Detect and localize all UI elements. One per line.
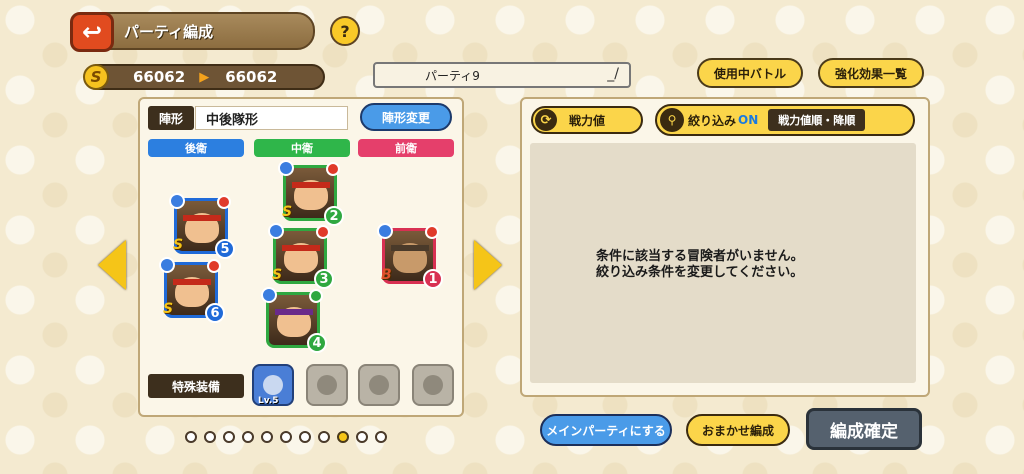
- formation-label: 陣形: [148, 106, 194, 130]
- element-fire-icon: [326, 162, 340, 176]
- filter-button[interactable]: ⚲ 絞り込み ON 戦力値順・降順: [655, 104, 915, 136]
- goggles: [391, 245, 429, 251]
- edit-pencil-icon: _/: [607, 66, 619, 82]
- position-number: 2: [324, 206, 344, 226]
- page-dot[interactable]: [318, 431, 330, 443]
- page-dot[interactable]: [375, 431, 387, 443]
- prev-party-arrow-icon[interactable]: [98, 240, 126, 290]
- back-button[interactable]: ↩: [70, 12, 114, 52]
- unit-slot-4[interactable]: 4: [261, 287, 327, 353]
- filter-state: ON: [738, 113, 759, 127]
- headband: [275, 309, 313, 315]
- rank-badge: S: [163, 301, 174, 317]
- party-name-field[interactable]: パーティ9 _/: [373, 62, 631, 88]
- position-number: 3: [314, 269, 334, 289]
- page-dot[interactable]: [280, 431, 292, 443]
- element-fire-icon: [316, 225, 330, 239]
- page-dot[interactable]: [356, 431, 368, 443]
- equipment-slot-4[interactable]: [412, 364, 454, 406]
- swap-icon: ⟳: [535, 109, 557, 131]
- empty-message: 条件に該当する冒険者がいません。 絞り込み条件を変更してください。: [596, 249, 804, 280]
- formation-value: 中後隊形: [195, 106, 348, 130]
- element-fire-icon: [425, 225, 439, 239]
- class-icon: [377, 223, 393, 239]
- headband: [282, 245, 320, 251]
- class-icon: [268, 223, 284, 239]
- gold-coin-icon: S: [83, 64, 109, 90]
- page-dot[interactable]: [185, 431, 197, 443]
- position-number: 5: [215, 239, 235, 259]
- rank-badge: S: [173, 237, 184, 253]
- row-tag-middle: 中衛: [254, 139, 350, 157]
- class-icon: [278, 160, 294, 176]
- page-indicator: [185, 431, 387, 443]
- page-dot-active[interactable]: [337, 431, 349, 443]
- page-dot[interactable]: [204, 431, 216, 443]
- sort-order: 戦力値順・降順: [768, 109, 866, 131]
- arrow-right-icon: ▶: [199, 69, 210, 85]
- party-name-text: パーティ9: [425, 68, 480, 83]
- page-dot[interactable]: [299, 431, 311, 443]
- rank-badge: S: [272, 267, 283, 283]
- screen-title: パーティ編成: [100, 12, 315, 50]
- magnifier-icon: ⚲: [660, 108, 684, 132]
- auto-form-button[interactable]: おまかせ編成: [686, 414, 790, 446]
- page-dot[interactable]: [242, 431, 254, 443]
- gold-bar: S 66062 ▶ 66062: [83, 64, 325, 90]
- page-dot[interactable]: [223, 431, 235, 443]
- equipment-slot-1[interactable]: Lv.5: [252, 364, 294, 406]
- screen-title-text: パーティ編成: [124, 22, 214, 41]
- unit-slot-6[interactable]: S 6: [159, 257, 225, 323]
- change-formation-button[interactable]: 陣形変更: [360, 103, 452, 131]
- next-party-arrow-icon[interactable]: [474, 240, 502, 290]
- headband: [173, 279, 211, 285]
- rank-badge: S: [282, 204, 293, 220]
- unit-slot-1[interactable]: B 1: [377, 223, 443, 289]
- unit-slot-3[interactable]: S 3: [268, 223, 334, 289]
- equipment-slot-3[interactable]: [358, 364, 400, 406]
- battle-in-use-button[interactable]: 使用中バトル: [697, 58, 803, 88]
- page-dot[interactable]: [261, 431, 273, 443]
- help-icon: ?: [340, 21, 350, 41]
- special-equipment-label: 特殊装備: [148, 374, 244, 398]
- rank-badge: B: [381, 267, 392, 283]
- sort-button[interactable]: ⟳ 戦力値: [531, 106, 643, 134]
- unit-slot-2[interactable]: S 2: [278, 160, 344, 226]
- element-fire-icon: [217, 195, 231, 209]
- element-fire-icon: [207, 259, 221, 273]
- unit-slot-5[interactable]: S 5: [169, 193, 235, 259]
- equipment-level: Lv.5: [258, 396, 279, 406]
- row-tag-back: 後衛: [148, 139, 244, 157]
- headband: [292, 182, 330, 188]
- equipment-slot-2[interactable]: [306, 364, 348, 406]
- boost-list-button[interactable]: 強化効果一覧: [818, 58, 924, 88]
- help-button[interactable]: ?: [330, 16, 360, 46]
- class-icon: [169, 193, 185, 209]
- gold-after: 66062: [225, 68, 278, 86]
- position-number: 4: [307, 333, 327, 353]
- element-wind-icon: [309, 289, 323, 303]
- headband: [183, 215, 221, 221]
- confirm-formation-button[interactable]: 編成確定: [806, 408, 922, 450]
- row-tag-front: 前衛: [358, 139, 454, 157]
- gold-current: 66062: [133, 68, 186, 86]
- back-arrow-icon: ↩: [81, 18, 103, 46]
- class-icon: [261, 287, 277, 303]
- set-main-party-button[interactable]: メインパーティにする: [540, 414, 672, 446]
- position-number: 1: [423, 269, 443, 289]
- class-icon: [159, 257, 175, 273]
- position-number: 6: [205, 303, 225, 323]
